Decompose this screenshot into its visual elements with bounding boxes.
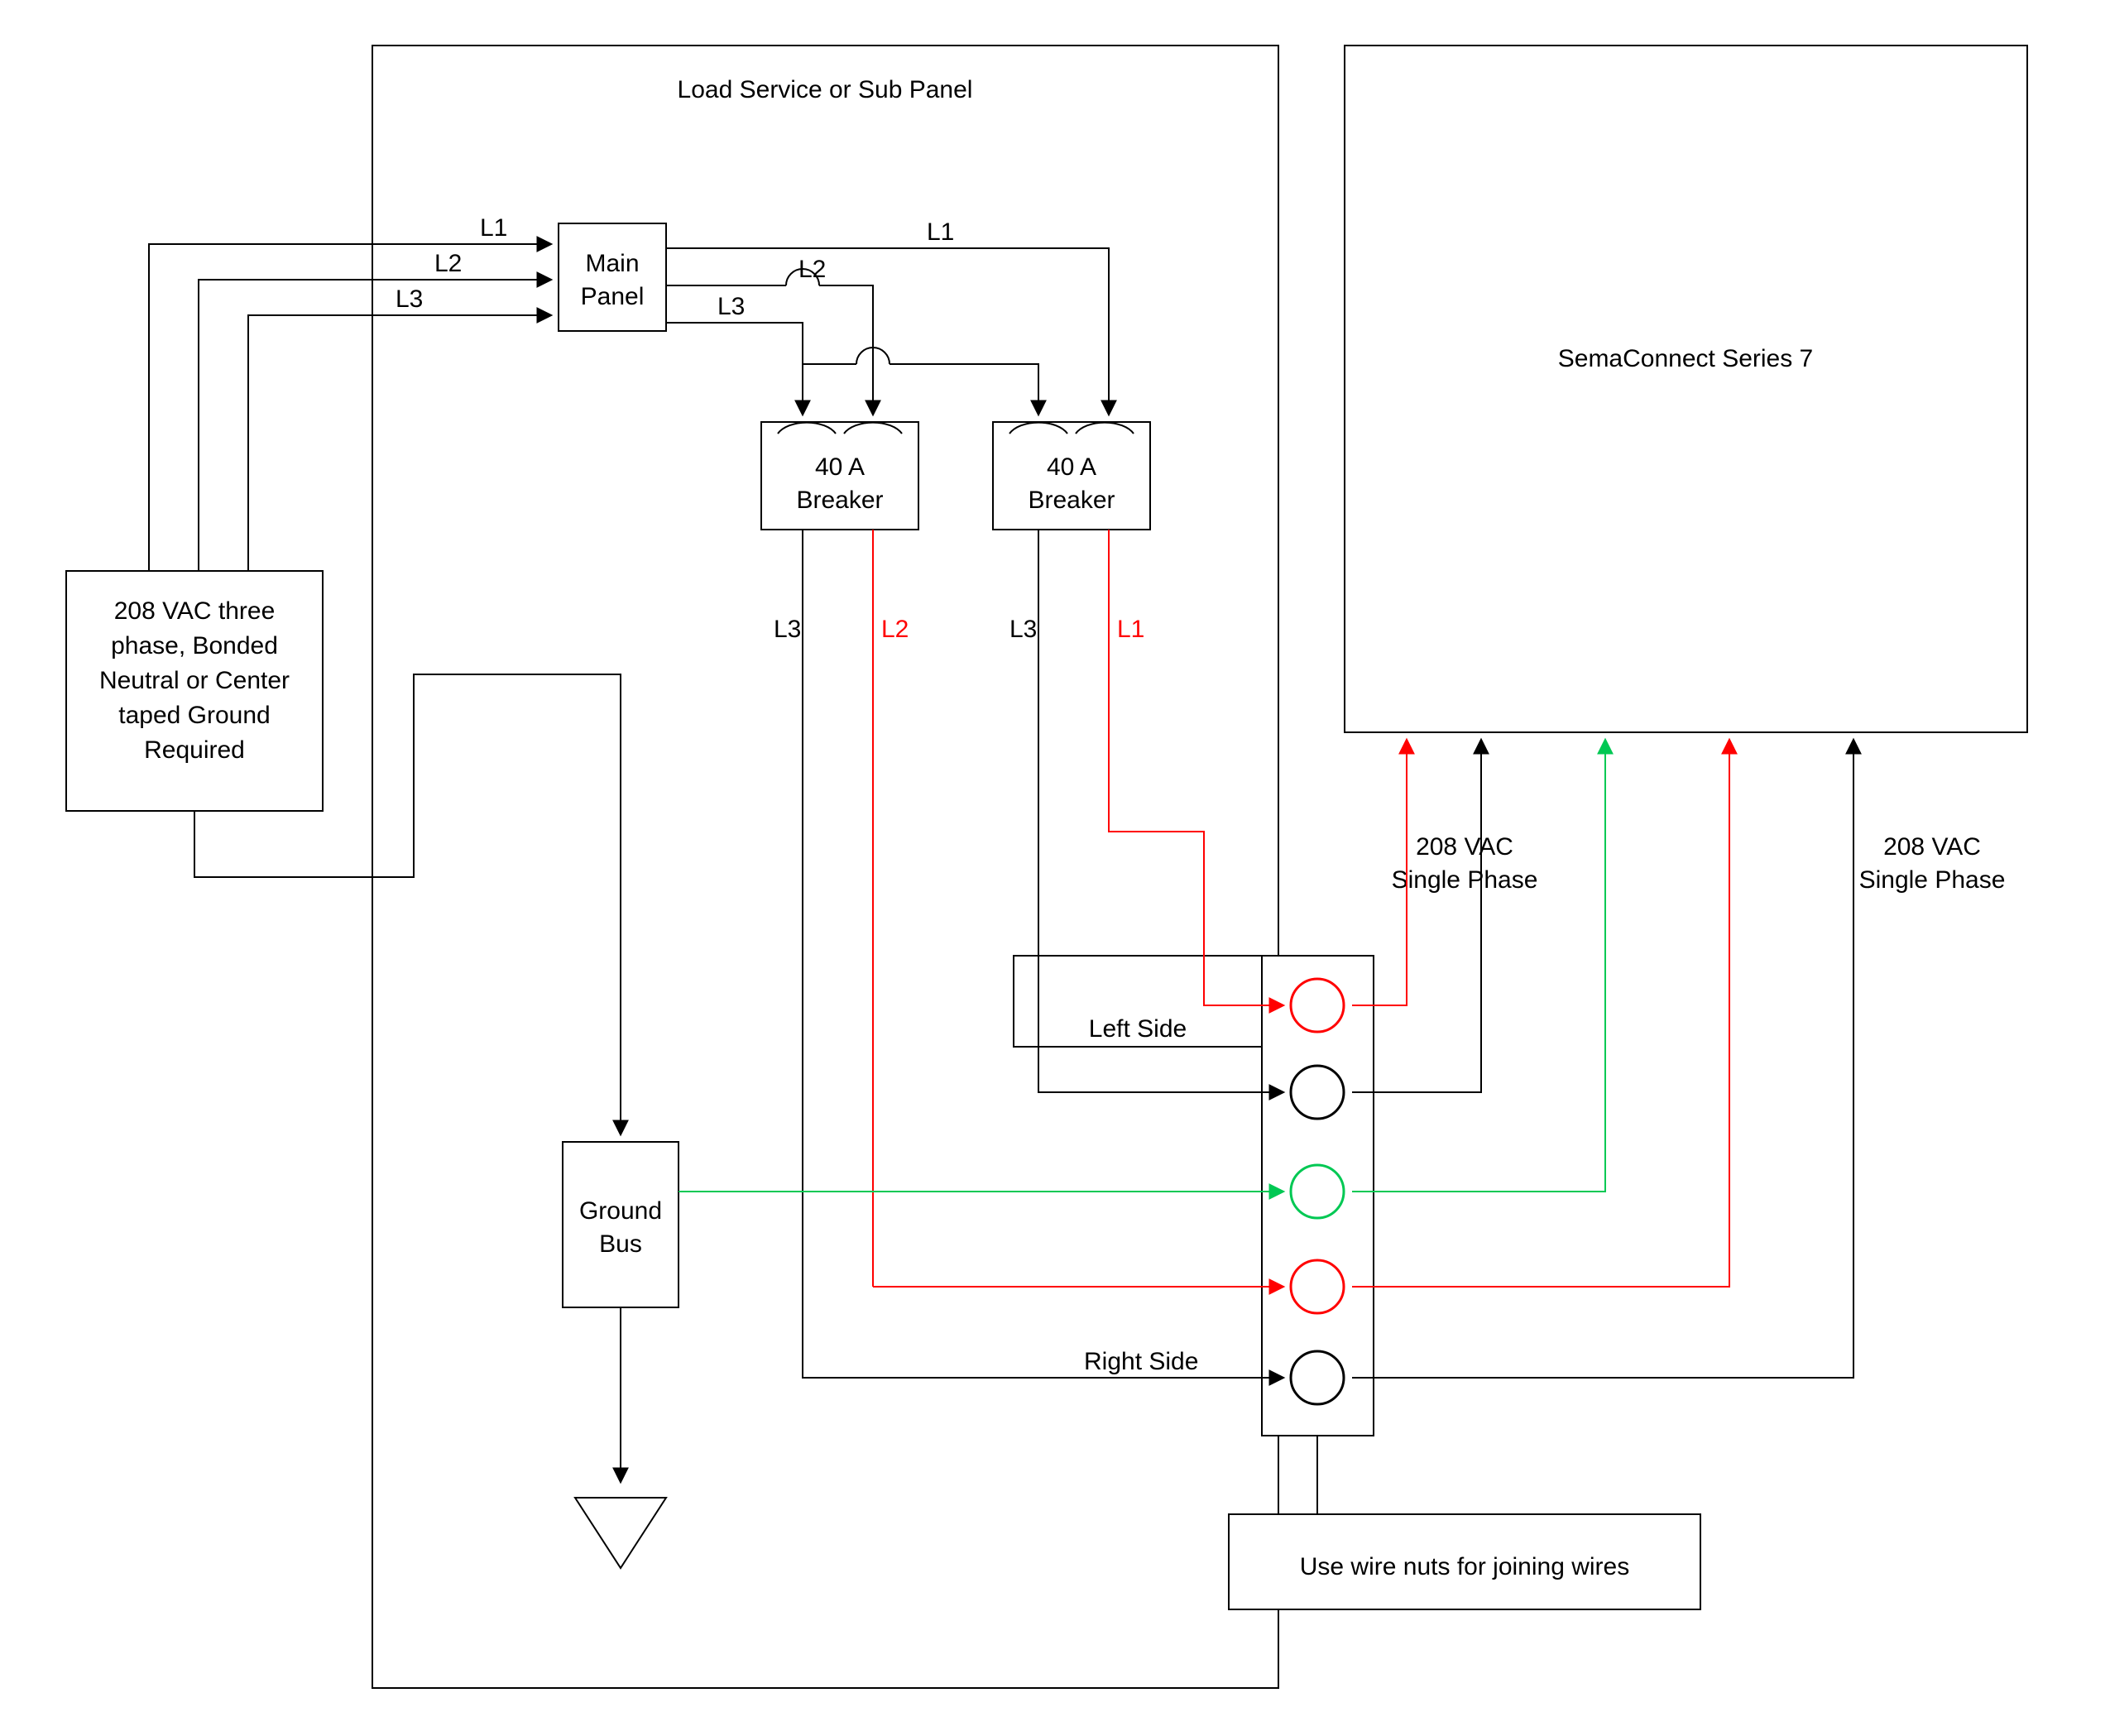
label-L3-mp: L3 xyxy=(717,293,745,320)
sema-title: SemaConnect Series 7 xyxy=(1558,345,1814,372)
vac2-l0: 208 VAC xyxy=(1883,833,1981,861)
sema-box xyxy=(1345,46,2027,732)
vac1-l0: 208 VAC xyxy=(1416,833,1513,861)
breaker2-l1: 40 A xyxy=(1047,453,1096,481)
label-L3-in: L3 xyxy=(396,285,423,313)
main-panel-box xyxy=(559,223,666,331)
wire-c4-sema-red xyxy=(1352,741,1729,1287)
source-l2: Neutral or Center xyxy=(99,667,290,694)
breaker1-l2: Breaker xyxy=(796,487,883,514)
breaker1-l1: 40 A xyxy=(815,453,865,481)
source-l4: Required xyxy=(144,736,245,764)
label-L2-in: L2 xyxy=(434,250,462,277)
label-brk2-L3: L3 xyxy=(1009,616,1037,643)
ground-bus-l2: Bus xyxy=(599,1230,642,1258)
vac1-l1: Single Phase xyxy=(1392,866,1538,894)
label-L2-mp: L2 xyxy=(798,256,826,283)
source-l3: taped Ground xyxy=(118,702,270,729)
source-l1: phase, Bonded xyxy=(111,632,278,659)
right-side-label: Right Side xyxy=(1084,1348,1198,1375)
label-brk2-L1: L1 xyxy=(1117,616,1144,643)
main-panel-l2: Panel xyxy=(581,283,645,310)
ground-bus-l1: Ground xyxy=(579,1197,662,1225)
source-l0: 208 VAC three xyxy=(114,597,276,625)
terminal-block xyxy=(1262,956,1374,1436)
left-side-label: Left Side xyxy=(1089,1015,1187,1043)
label-brk1-L3: L3 xyxy=(774,616,801,643)
label-L1-mp: L1 xyxy=(927,218,954,246)
wire-c3-sema-green xyxy=(1352,741,1605,1192)
main-panel-l1: Main xyxy=(585,250,639,277)
breaker2-l2: Breaker xyxy=(1028,487,1115,514)
sub-panel-box xyxy=(372,46,1278,1688)
vac2-l1: Single Phase xyxy=(1859,866,2006,894)
sub-panel-title: Load Service or Sub Panel xyxy=(678,76,973,103)
wire-nuts-text: Use wire nuts for joining wires xyxy=(1300,1553,1629,1580)
wiring-diagram: Load Service or Sub Panel Main Panel 40 … xyxy=(0,0,2110,1736)
label-brk1-L2: L2 xyxy=(881,616,909,643)
ground-bus-box xyxy=(563,1142,679,1307)
label-L1-in: L1 xyxy=(480,214,507,242)
